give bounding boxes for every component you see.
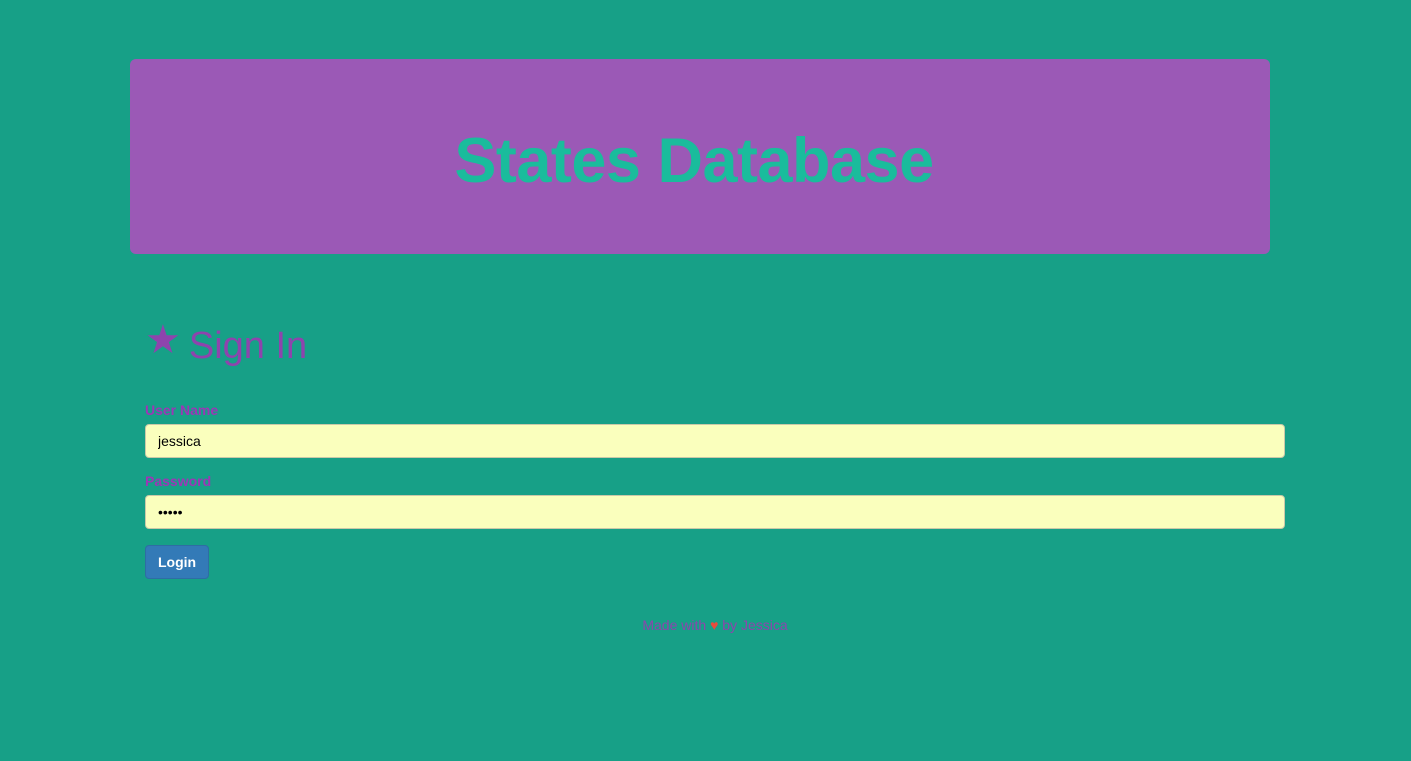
username-input[interactable] <box>145 424 1285 458</box>
footer-prefix: Made with <box>642 617 707 633</box>
signin-title: Sign In <box>188 325 308 367</box>
password-label: Password <box>145 473 212 489</box>
heart-icon: ♥ <box>710 617 719 633</box>
star-icon: ★ <box>145 318 181 362</box>
signin-heading: ★ Sign In <box>145 320 1285 372</box>
password-input[interactable] <box>145 495 1285 529</box>
signin-form: ★ Sign In User Name Password Login <box>145 320 1285 579</box>
header-banner: States Database <box>130 59 1270 254</box>
footer-suffix: by Jessica <box>722 617 788 633</box>
password-group: Password <box>145 473 1285 529</box>
username-group: User Name <box>145 402 1285 458</box>
username-label: User Name <box>145 402 219 418</box>
page-title: States Database <box>454 125 934 196</box>
login-button[interactable]: Login <box>145 545 210 579</box>
footer: Made with ♥ by Jessica <box>0 617 1411 633</box>
